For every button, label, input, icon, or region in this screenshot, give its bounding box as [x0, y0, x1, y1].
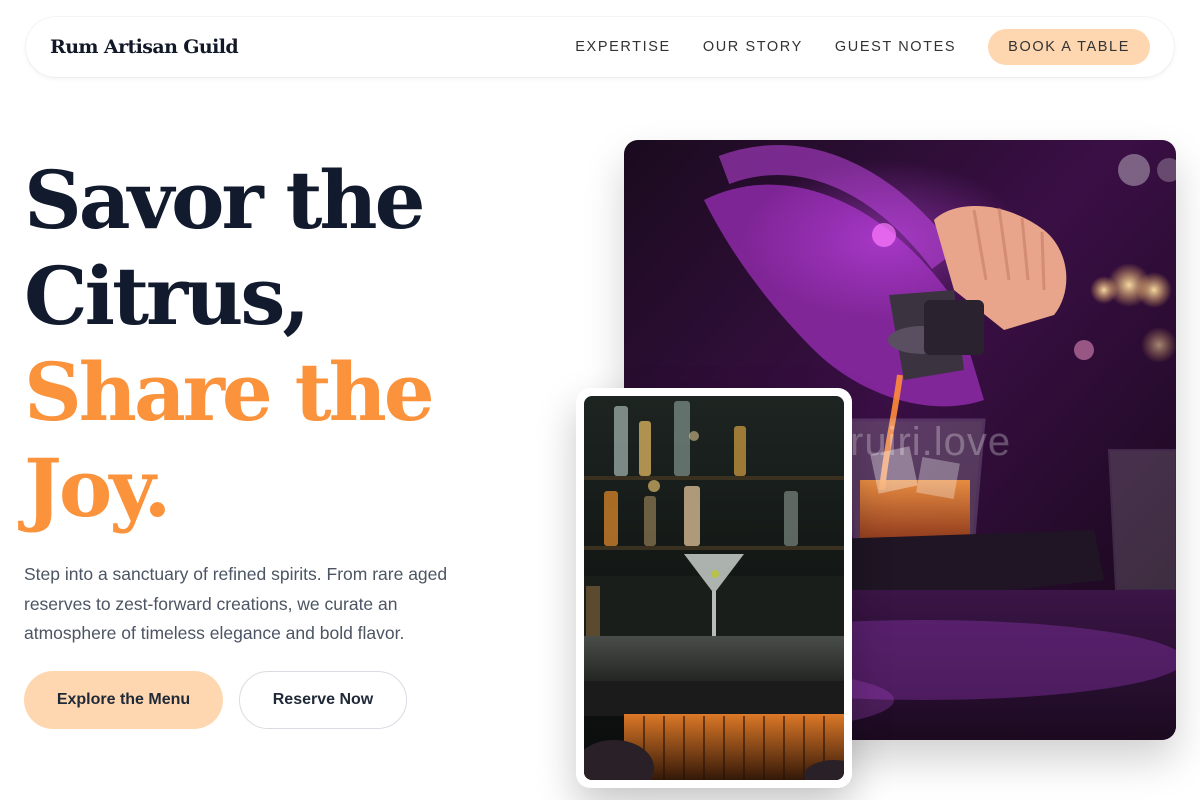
martini-glass-bar-photo — [584, 396, 844, 780]
nav-link-our-story[interactable]: OUR STORY — [703, 39, 803, 55]
hero-headline: Savor the Citrus, Share the Joy. — [24, 152, 544, 536]
nav-link-expertise[interactable]: EXPERTISE — [575, 39, 671, 55]
brand-logo[interactable]: Rum Artisan Guild — [50, 36, 239, 58]
headline-line-4: Joy. — [24, 441, 171, 535]
nav-link-guest-notes[interactable]: GUEST NOTES — [835, 39, 956, 55]
top-nav: Rum Artisan Guild EXPERTISE OUR STORY GU… — [26, 17, 1174, 77]
headline-line-2: Citrus, — [24, 249, 310, 343]
explore-menu-button[interactable]: Explore the Menu — [24, 671, 223, 729]
reserve-now-button[interactable]: Reserve Now — [239, 671, 407, 729]
hero-description: Step into a sanctuary of refined spirits… — [24, 564, 448, 643]
nav-links: EXPERTISE OUR STORY GUEST NOTES BOOK A T… — [543, 29, 1150, 65]
book-table-button[interactable]: BOOK A TABLE — [988, 29, 1150, 65]
headline-line-3: Share the — [24, 345, 435, 439]
martini-photo-card — [576, 388, 852, 788]
headline-line-1: Savor the — [24, 153, 425, 247]
